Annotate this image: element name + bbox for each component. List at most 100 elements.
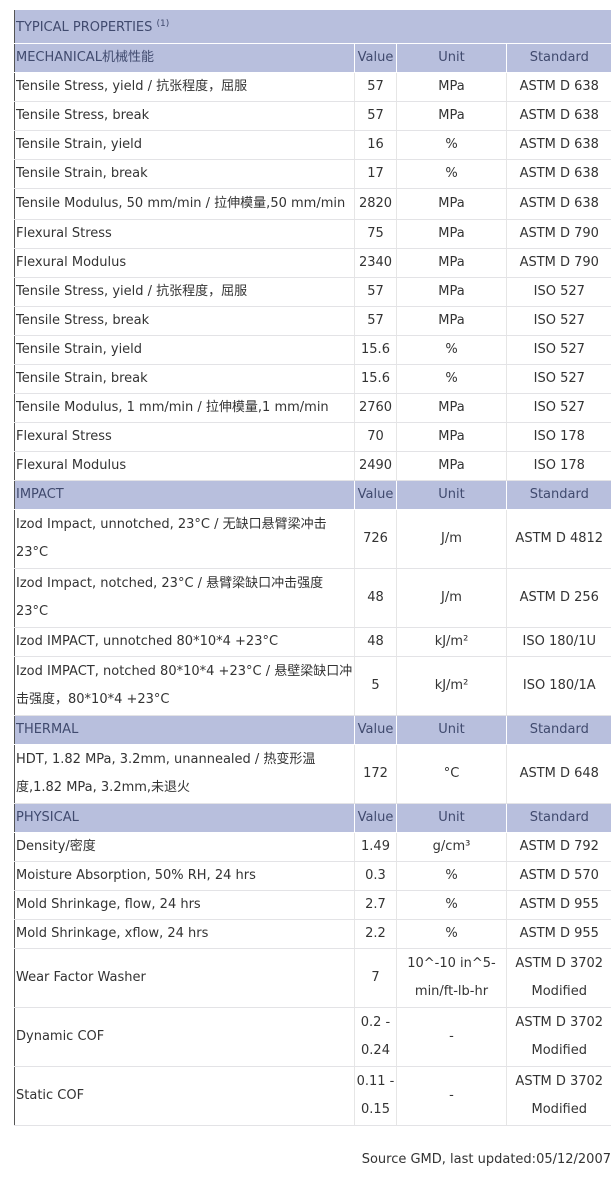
value-cell: 48 xyxy=(354,568,397,628)
table-row: Dynamic COF 0.2 - 0.24- ASTM D 3702 Modifi… xyxy=(14,1007,611,1067)
property-cell: Tensile Strain, yield xyxy=(14,335,355,365)
standard-cell: ASTM D 3702 Modified xyxy=(505,1007,611,1067)
value-cell: 75 xyxy=(354,219,397,249)
standard-cell: ASTM D 638 xyxy=(505,101,611,131)
standard-cell: ISO 527 xyxy=(505,277,611,307)
value-cell: 48 xyxy=(354,627,397,657)
section-header-row: THERMAL Value Unit Standard xyxy=(14,715,611,745)
table-row: Moisture Absorption, 50% RH, 24 hrs 0.3% A… xyxy=(14,861,611,891)
table-row: Flexural Modulus 2340 MPa ASTM D 790 xyxy=(14,248,611,278)
value-cell: 172 xyxy=(354,744,397,804)
unit-cell: MPa xyxy=(396,101,507,131)
unit-cell: MPa xyxy=(396,277,507,307)
value-cell: 0.3 xyxy=(354,861,397,891)
standard-cell: ASTM D 570 xyxy=(505,861,611,891)
section-header-row: MECHANICAL机械性能 Value Unit Standard xyxy=(14,43,611,73)
table-row: Tensile Strain, yield 16% ASTM D 638 xyxy=(14,130,611,160)
table-row: Tensile Strain, break 15.6% ISO 527 xyxy=(14,364,611,394)
standard-cell: ASTM D 648 xyxy=(505,744,611,804)
properties-table: TYPICAL PROPERTIES (1) MECHANICAL机械性能 Val… xyxy=(14,10,611,1126)
property-cell: Tensile Strain, break xyxy=(14,364,355,394)
value-cell: 0.2 - 0.24 xyxy=(354,1007,397,1067)
unit-cell: % xyxy=(396,890,507,920)
property-cell: Flexural Stress xyxy=(14,219,355,249)
property-cell: Tensile Modulus, 1 mm/min / 拉伸模量,1 mm/mi… xyxy=(14,393,355,423)
property-cell: Tensile Stress, break xyxy=(14,101,355,131)
property-cell: Tensile Modulus, 50 mm/min / 拉伸模量,50 mm/… xyxy=(14,188,355,220)
property-cell: Izod IMPACT, unnotched 80*10*4 +23°C xyxy=(14,627,355,657)
table-row: Tensile Stress, break 57 MPa ASTM D 638 xyxy=(14,101,611,131)
column-header-unit: Unit xyxy=(396,803,507,833)
unit-cell: MPa xyxy=(396,248,507,278)
standard-cell: ISO 180/1A xyxy=(505,656,611,716)
property-cell: Izod Impact, unnotched, 23°C / 无缺口悬臂梁冲击 … xyxy=(14,509,355,569)
property-cell: Tensile Strain, yield xyxy=(14,130,355,160)
column-header-value: Value xyxy=(354,43,397,73)
table-row: Mold Shrinkage, flow, 24 hrs 2.7% ASTM D 9… xyxy=(14,890,611,920)
standard-cell: ISO 527 xyxy=(505,306,611,336)
column-header-unit: Unit xyxy=(396,43,507,73)
unit-cell: MPa xyxy=(396,188,507,220)
property-cell: Wear Factor Washer xyxy=(14,948,355,1008)
standard-cell: ASTM D 638 xyxy=(505,159,611,189)
unit-cell: MPa xyxy=(396,219,507,249)
table-row: Tensile Modulus, 1 mm/min / 拉伸模量,1 mm/mi… xyxy=(14,393,611,423)
standard-cell: ASTM D 4812 xyxy=(505,509,611,569)
table-row: Tensile Stress, break 57 MPa ISO 527 xyxy=(14,306,611,336)
table-row: Mold Shrinkage, xflow, 24 hrs 2.2% ASTM D … xyxy=(14,919,611,949)
property-cell: Tensile Stress, yield / 抗张程度，屈服 xyxy=(14,277,355,307)
unit-cell: kJ/m² xyxy=(396,656,507,716)
unit-cell: MPa xyxy=(396,72,507,102)
value-cell: 57 xyxy=(354,72,397,102)
property-cell: Izod IMPACT, notched 80*10*4 +23°C / 悬壁梁… xyxy=(14,656,355,716)
column-header-standard: Standard xyxy=(505,803,611,833)
value-cell: 57 xyxy=(354,306,397,336)
standard-cell: ISO 527 xyxy=(505,335,611,365)
table-row: Density/密度 1.49 g/cm³ ASTM D 792 xyxy=(14,832,611,862)
unit-cell: °C xyxy=(396,744,507,804)
property-cell: Flexural Stress xyxy=(14,422,355,452)
standard-cell: ASTM D 955 xyxy=(505,890,611,920)
standard-cell: ASTM D 790 xyxy=(505,248,611,278)
table-row: Izod Impact, notched, 23°C / 悬臂梁缺口冲击强度 2… xyxy=(14,568,611,628)
standard-cell: ASTM D 256 xyxy=(505,568,611,628)
table-row: Tensile Strain, break 17% ASTM D 638 xyxy=(14,159,611,189)
value-cell: 2820 xyxy=(354,188,397,220)
property-cell: Mold Shrinkage, flow, 24 hrs xyxy=(14,890,355,920)
table-row: Flexural Modulus 2490 MPa ISO 178 xyxy=(14,451,611,481)
table-row: Izod Impact, unnotched, 23°C / 无缺口悬臂梁冲击 … xyxy=(14,509,611,569)
table-title-text: TYPICAL PROPERTIES xyxy=(16,20,153,36)
unit-cell: % xyxy=(396,159,507,189)
table-row: Flexural Stress 70 MPa ISO 178 xyxy=(14,422,611,452)
value-cell: 2490 xyxy=(354,451,397,481)
unit-cell: J/m xyxy=(396,568,507,628)
properties-panel: TYPICAL PROPERTIES (1) MECHANICAL机械性能 Val… xyxy=(14,10,611,1167)
column-header-value: Value xyxy=(354,715,397,745)
table-row: Tensile Modulus, 50 mm/min / 拉伸模量,50 mm/… xyxy=(14,188,611,220)
property-cell: Static COF xyxy=(14,1066,355,1126)
value-cell: 1.49 xyxy=(354,832,397,862)
value-cell: 15.6 xyxy=(354,335,397,365)
table-title-row: TYPICAL PROPERTIES (1) xyxy=(14,10,611,44)
value-cell: 57 xyxy=(354,101,397,131)
column-header-standard: Standard xyxy=(505,480,611,510)
table-row: Flexural Stress 75 MPa ASTM D 790 xyxy=(14,219,611,249)
standard-cell: ASTM D 638 xyxy=(505,130,611,160)
table-row: Tensile Stress, yield / 抗张程度，屈服 57 MPa ASTM… xyxy=(14,72,611,102)
value-cell: 70 xyxy=(354,422,397,452)
property-cell: Tensile Strain, break xyxy=(14,159,355,189)
value-cell: 2760 xyxy=(354,393,397,423)
standard-cell: ISO 527 xyxy=(505,364,611,394)
table-row: Wear Factor Washer 7 10^-10 in^5-min/ft-lb… xyxy=(14,948,611,1008)
property-cell: Dynamic COF xyxy=(14,1007,355,1067)
value-cell: 15.6 xyxy=(354,364,397,394)
column-header-unit: Unit xyxy=(396,480,507,510)
title-footnote-marker: (1) xyxy=(156,19,170,30)
standard-cell: ASTM D 3702 Modified xyxy=(505,948,611,1008)
column-header-standard: Standard xyxy=(505,715,611,745)
property-cell: Density/密度 xyxy=(14,832,355,862)
value-cell: 0.11 - 0.15 xyxy=(354,1066,397,1126)
standard-cell: ASTM D 955 xyxy=(505,919,611,949)
table-row: Tensile Strain, yield 15.6% ISO 527 xyxy=(14,335,611,365)
value-cell: 7 xyxy=(354,948,397,1008)
